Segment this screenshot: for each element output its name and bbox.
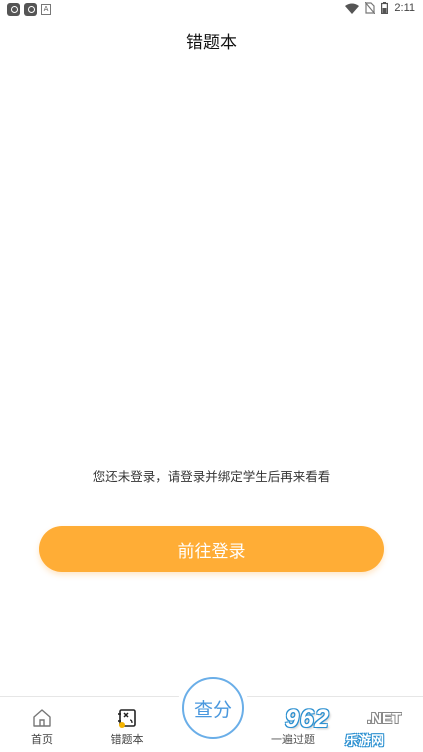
login-prompt-message: 您还未登录，请登录并绑定学生后再来看看	[92, 469, 331, 484]
status-right-icons: 2:11	[345, 2, 415, 14]
app-notification-icon	[24, 3, 37, 16]
tab-mistake-book-label: 错题本	[110, 733, 144, 746]
text-a-icon: A	[41, 4, 51, 15]
page-title: 错题本	[186, 33, 237, 53]
app-notification-icon	[7, 3, 20, 16]
home-icon	[33, 709, 51, 727]
notebook-icon	[118, 709, 136, 728]
wifi-icon	[345, 3, 360, 14]
go-login-button[interactable]: 前往登录	[39, 526, 384, 572]
tab-home-label: 首页	[31, 733, 53, 746]
tab-mistake-book[interactable]: 错题本	[92, 707, 162, 747]
status-bar: A 2:11	[0, 0, 423, 20]
status-left-icons: A	[7, 3, 51, 16]
no-sim-icon	[365, 2, 376, 14]
watermark-number: 962	[285, 705, 330, 733]
watermark-suffix: .NET	[367, 710, 402, 727]
status-time: 2:11	[394, 2, 415, 14]
check-score-button[interactable]: 查分	[182, 677, 244, 739]
watermark-overlay: 一遍过题 962 .NET 乐游网	[271, 703, 417, 749]
battery-icon	[381, 2, 389, 14]
watermark-text: 乐游网	[345, 734, 385, 749]
tab-home[interactable]: 首页	[7, 707, 77, 747]
